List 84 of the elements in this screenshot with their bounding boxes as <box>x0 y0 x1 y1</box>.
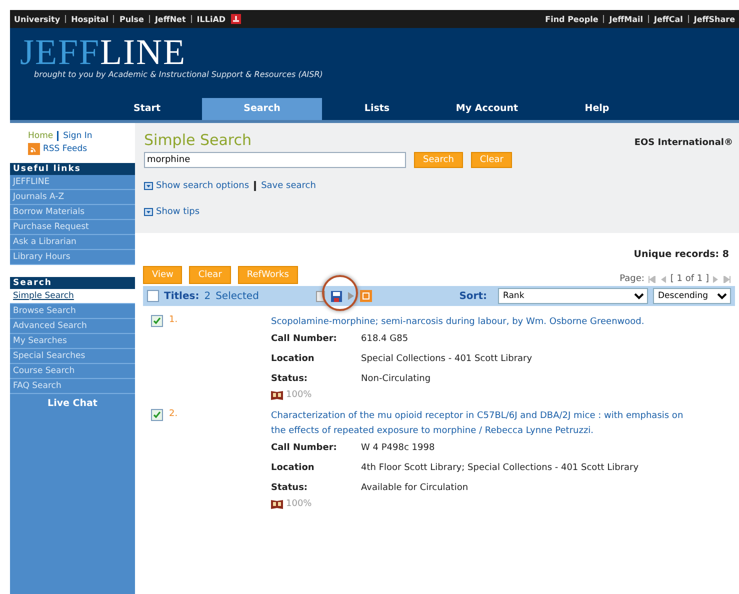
sort-label: Sort: <box>459 290 487 302</box>
select-all-checkbox[interactable] <box>147 290 159 302</box>
tagline: brought to you by Academic & Instructional Support & Resources (AISR) <box>33 70 324 81</box>
field-value: Non-Circulating <box>361 374 432 384</box>
top-link[interactable]: ILLiAD <box>196 14 226 24</box>
vendor-credit: EOS International® <box>634 138 733 148</box>
rss-feeds-link[interactable]: RSS Feeds <box>43 144 88 154</box>
save-search-link[interactable]: Save search <box>261 181 316 191</box>
page-range: [ 1 of 1 ] <box>670 274 709 284</box>
top-link[interactable]: Find People <box>545 14 598 24</box>
sidebar-item[interactable]: Advanced Search <box>10 319 135 334</box>
live-chat-link[interactable]: Live Chat <box>10 394 135 413</box>
sign-in-link[interactable]: Sign In <box>63 131 92 141</box>
field-label: Status: <box>271 374 309 384</box>
field-label: Call Number: <box>271 334 338 344</box>
save-icon <box>330 290 342 302</box>
sidebar-item[interactable]: FAQ Search <box>10 379 135 394</box>
top-link[interactable]: University <box>14 14 60 24</box>
arrow-icon <box>348 292 354 300</box>
nav-tab[interactable]: Search <box>202 98 322 120</box>
sidebar-item[interactable]: Ask a Librarian <box>10 235 135 250</box>
field-label: Location <box>271 354 316 364</box>
first-page-icon <box>648 276 656 282</box>
record-number: 1. <box>169 315 178 325</box>
rss-icon <box>28 143 40 155</box>
field-value: 618.4 G85 <box>361 334 410 344</box>
sidebar-item[interactable]: Special Searches <box>10 349 135 364</box>
record-checkbox[interactable] <box>151 315 163 327</box>
selected-link[interactable]: Selected <box>216 290 259 302</box>
top-link[interactable]: JeffMail <box>609 14 643 24</box>
sidebar-item[interactable]: Library Hours <box>10 250 135 265</box>
sidebar-item[interactable]: Simple Search <box>10 289 135 304</box>
nav-tab[interactable]: My Account <box>432 98 542 120</box>
book-icon <box>271 499 283 509</box>
jeffline-logo[interactable]: JEFFLINE <box>10 28 186 70</box>
record-title-link[interactable]: Scopolamine-morphine; semi-narcosis during labour, by Wm. Osborne Greenwood. <box>271 315 686 330</box>
titles-label: Titles: <box>164 290 200 302</box>
search-field[interactable]: morphine <box>144 152 406 168</box>
field-value: 4th Floor Scott Library; Special Collections - 401 Scott Library <box>361 463 640 473</box>
document-icon <box>316 290 325 302</box>
sidebar-item[interactable]: Course Search <box>10 364 135 379</box>
field-value: Special Collections - 401 Scott Library <box>361 354 534 364</box>
field-label: Status: <box>271 483 309 493</box>
record-title-link[interactable]: Characterization of the mu opioid receptor in C57BL/6J and DBA/2J mice : with emphasis on the effects of repeated exposure to morphine / Rebecca Lynne Petruzzi. <box>271 409 686 439</box>
section-header: Useful links <box>10 161 135 175</box>
page-label: Page: <box>620 274 644 284</box>
sidebar-item[interactable]: Purchase Request <box>10 220 135 235</box>
record-number: 2. <box>169 409 178 419</box>
next-page-icon <box>713 276 719 282</box>
availability-percent: 100% <box>286 499 312 509</box>
top-link[interactable]: Pulse <box>119 14 144 24</box>
sidebar-item[interactable]: Journals A-Z <box>10 190 135 205</box>
field-value: Available for Circulation <box>361 483 470 493</box>
sidebar-item[interactable]: Browse Search <box>10 304 135 319</box>
book-icon <box>271 390 283 400</box>
top-link[interactable]: Hospital <box>71 14 108 24</box>
selected-count[interactable]: 2 <box>204 290 211 302</box>
unique-records-count: Unique records: 8 <box>632 249 730 260</box>
sidebar-item[interactable]: JEFFLINE <box>10 175 135 190</box>
nav-tab[interactable]: Help <box>542 98 652 120</box>
field-value: W 4 P498c 1998 <box>361 443 436 453</box>
home-link[interactable]: Home <box>28 131 54 141</box>
sort-order-select[interactable]: Descending <box>653 288 731 304</box>
top-link[interactable]: JeffNet <box>154 14 186 24</box>
field-label: Call Number: <box>271 443 338 453</box>
show-tips-link[interactable]: Show tips <box>156 207 200 217</box>
top-link[interactable]: JeffCal <box>654 14 683 24</box>
expand-icon <box>144 182 153 190</box>
field-label: Location <box>271 463 316 473</box>
sidebar-item[interactable]: My Searches <box>10 334 135 349</box>
nav-tab[interactable]: Lists <box>322 98 432 120</box>
page-title: Simple Search <box>144 131 252 149</box>
sidebar-item[interactable]: Borrow Materials <box>10 205 135 220</box>
nav-tab[interactable]: Start <box>92 98 202 120</box>
previous-page-icon <box>660 276 666 282</box>
show-options-link[interactable]: Show search options <box>156 181 250 191</box>
highlight-circle <box>322 275 358 311</box>
last-page-icon <box>723 276 731 282</box>
availability-percent: 100% <box>286 390 312 400</box>
section-header: Search <box>10 275 135 289</box>
sort-field-select[interactable]: Rank <box>498 288 648 304</box>
expand-icon <box>144 208 153 216</box>
record-checkbox[interactable] <box>151 409 163 421</box>
top-link[interactable]: JeffShare <box>694 14 735 24</box>
